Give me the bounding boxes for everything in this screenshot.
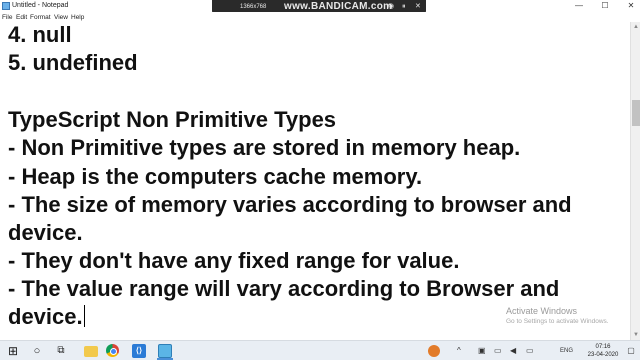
activate-windows-subtitle: Go to Settings to activate Windows. [506,318,609,325]
text-line-content: device. [8,304,83,329]
show-hidden-icons-icon[interactable]: ^ [457,344,461,358]
task-view-icon[interactable]: ⧉ [54,344,68,358]
close-button[interactable]: ✕ [622,0,640,12]
activate-windows-title: Activate Windows [506,306,578,316]
notification-icon[interactable]: ▢ [626,345,636,357]
file-explorer-icon[interactable] [84,346,98,357]
language-indicator[interactable]: ENG [560,344,573,358]
menu-format[interactable]: Format [30,13,51,22]
window-title: Untitled - Notepad [12,2,69,9]
menu-edit[interactable]: Edit [16,13,27,22]
network-icon[interactable]: ▭ [526,344,534,358]
vscode-icon[interactable]: ⟨⟩ [132,344,146,358]
text-line: 5. undefined [8,50,138,75]
tray-app-icon[interactable] [428,345,440,357]
text-line: - The size of memory varies according to… [8,192,572,217]
scroll-down-arrow-icon[interactable]: ▼ [631,330,640,340]
text-line: - They don't have any fixed range for va… [8,248,460,273]
vertical-scrollbar[interactable]: ▲ ▼ [630,22,640,340]
maximize-button[interactable]: ☐ [596,0,614,12]
menu-view[interactable]: View [54,13,68,22]
clock-date: 23-04-2020 [587,352,619,358]
menu-bar: File Edit Format View Help [0,12,640,22]
menu-help[interactable]: Help [71,13,84,22]
system-clock[interactable]: 07:16 23-04-2020 [584,343,622,359]
notepad-icon [2,2,10,10]
text-line: - Non Primitive types are stored in memo… [8,135,521,160]
volume-icon[interactable]: ◀ [510,344,516,358]
search-icon[interactable]: ○ [30,344,44,358]
text-line-last: device. [8,304,85,330]
tray-device-icon[interactable]: ▣ [478,344,486,358]
text-line: device. [8,220,83,245]
notepad-taskbar-icon[interactable] [158,344,172,358]
clock-time: 07:16 [595,344,611,350]
text-editor[interactable]: 4. null 5. undefined TypeScript Non Prim… [0,22,630,340]
text-caret [83,305,85,327]
menu-file[interactable]: File [2,13,12,22]
minimize-button[interactable]: — [570,0,588,12]
tray-battery-icon[interactable]: ▭ [494,344,502,358]
chrome-icon[interactable] [106,344,120,358]
text-line: - The value range will vary according to… [8,276,560,301]
text-line: - Heap is the computers cache memory. [8,164,423,189]
scroll-up-arrow-icon[interactable]: ▲ [631,22,640,32]
text-line: 4. null [8,22,72,47]
scroll-thumb[interactable] [632,100,640,126]
text-line: TypeScript Non Primitive Types [8,107,337,132]
taskbar: ⊞ ○ ⧉ ⟨⟩ ^ ▣ ▭ ◀ ▭ ENG 07:16 23-04-2020 … [0,340,640,360]
windows-start-icon[interactable]: ⊞ [6,344,20,358]
